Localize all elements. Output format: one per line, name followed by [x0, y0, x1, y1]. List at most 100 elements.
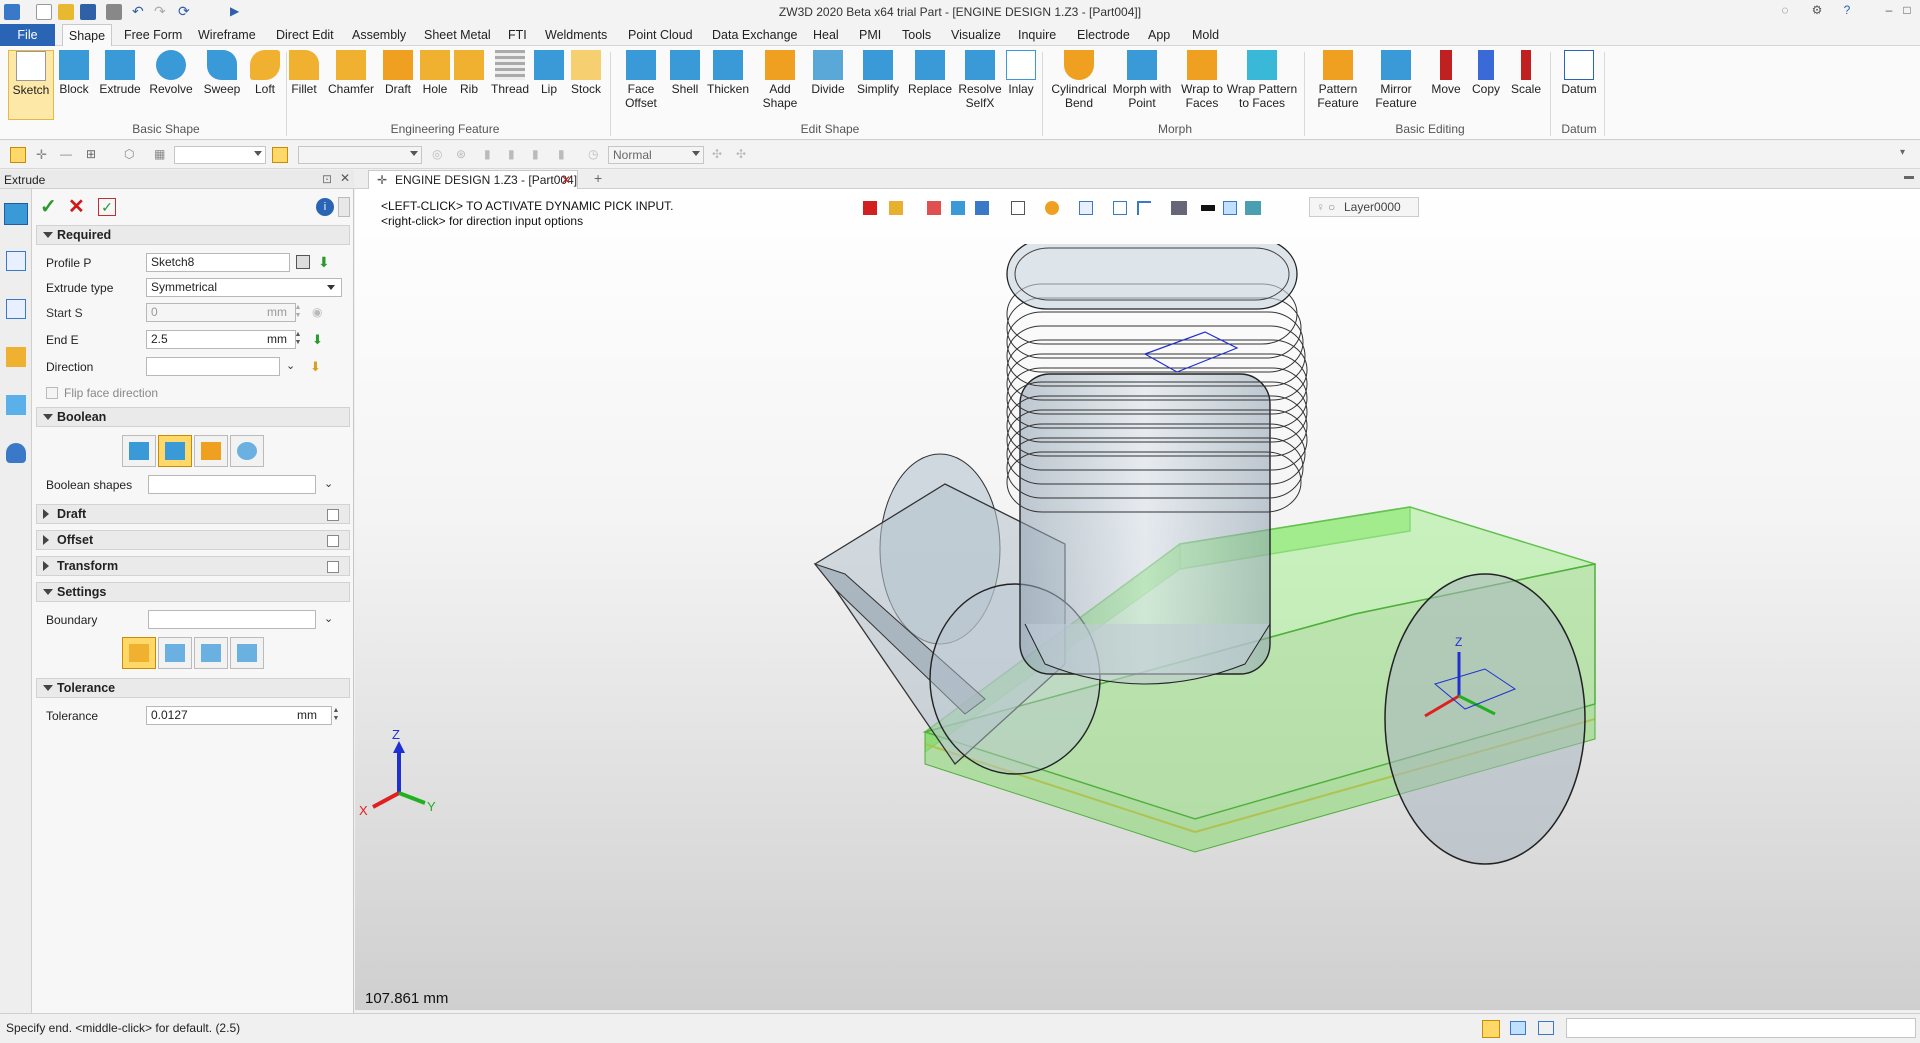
tool-f-icon[interactable]: ✣ [736, 147, 752, 163]
tool-loft[interactable]: Loft [246, 50, 284, 96]
view-tool-6-icon[interactable] [1079, 201, 1093, 215]
user-icon[interactable] [6, 443, 26, 463]
line-style-icon[interactable] [1201, 205, 1215, 211]
direction-expand-icon[interactable]: ⌄ [286, 359, 302, 375]
settings-option-4-button[interactable] [230, 637, 264, 669]
command-input[interactable] [1566, 1018, 1916, 1038]
flip-face-checkbox[interactable] [46, 387, 58, 399]
menu-tab-weldments[interactable]: Weldments [545, 28, 607, 42]
tool-hole[interactable]: Hole [418, 50, 452, 96]
end-spinner-icon[interactable]: ▲ ▼ [294, 331, 302, 348]
tab-overflow-icon[interactable]: ▬ [1904, 171, 1914, 182]
transform-checkbox[interactable] [327, 561, 339, 573]
minus-icon[interactable]: — [60, 147, 76, 163]
settings-option-2-button[interactable] [158, 637, 192, 669]
menu-tab-shape[interactable]: Shape [62, 24, 112, 47]
view-tool-7-icon[interactable] [1113, 201, 1127, 215]
menu-tab-inquire[interactable]: Inquire [1018, 28, 1056, 42]
boolean-expand-icon[interactable]: ⌄ [324, 477, 340, 493]
tool-mirror-feature[interactable]: Mirror Feature [1368, 50, 1424, 110]
select-pointer-icon[interactable] [10, 147, 26, 163]
menu-tab-assembly[interactable]: Assembly [352, 28, 406, 42]
status-display-icon[interactable] [1510, 1021, 1526, 1035]
menu-tab-direct-edit[interactable]: Direct Edit [276, 28, 334, 42]
tool-chamfer[interactable]: Chamfer [326, 50, 376, 96]
menu-tab-fti[interactable]: FTI [508, 28, 527, 42]
settings-option-3-button[interactable] [194, 637, 228, 669]
boolean-add-button[interactable] [158, 435, 192, 467]
tool-rib[interactable]: Rib [454, 50, 484, 96]
tool-a-icon[interactable]: ▮ [484, 147, 500, 163]
menu-tab-mold[interactable]: Mold [1192, 28, 1219, 42]
tool-replace[interactable]: Replace [906, 50, 954, 96]
clock-icon[interactable]: ◷ [588, 147, 604, 163]
end-input[interactable]: 2.5 mm [146, 330, 296, 349]
exit-view-icon[interactable] [863, 201, 877, 215]
section-boolean[interactable]: Boolean [36, 407, 350, 427]
filter-combo[interactable] [174, 146, 266, 164]
assembly-tree-icon[interactable] [6, 299, 26, 319]
section-view-icon[interactable] [1137, 201, 1151, 215]
menu-tab-app[interactable]: App [1148, 28, 1170, 42]
maximize-icon[interactable]: □ [1898, 3, 1916, 19]
menu-tab-heal[interactable]: Heal [813, 28, 839, 42]
tool-c-icon[interactable]: ▮ [532, 147, 548, 163]
start-spinner-icon[interactable]: ▲ ▼ [294, 304, 302, 321]
tool-shell[interactable]: Shell [668, 50, 702, 96]
tool-sweep[interactable]: Sweep [200, 50, 244, 96]
boolean-shapes-input[interactable] [148, 475, 316, 494]
minimize-icon[interactable]: – [1880, 3, 1898, 19]
tool-resolve-selfx[interactable]: Resolve SelfX [958, 50, 1002, 110]
pin-icon[interactable]: ⊡ [322, 172, 332, 186]
feature-panel-icon[interactable] [4, 203, 28, 225]
view-tool-3-icon[interactable] [951, 201, 965, 215]
start-input[interactable]: 0 mm [146, 303, 296, 322]
3d-viewport[interactable]: <LEFT-CLICK> TO ACTIVATE DYNAMIC PICK IN… [355, 189, 1920, 1010]
menu-tab-wireframe[interactable]: Wireframe [198, 28, 256, 42]
help-dot-icon[interactable]: ◌ [1776, 3, 1794, 19]
layer-combo[interactable]: ♀ ○ Layer0000 [1309, 197, 1419, 217]
settings-gear-icon[interactable]: ⚙ [1808, 3, 1826, 19]
pick-filter-icon[interactable]: ✛ [36, 147, 52, 163]
start-pick-icon[interactable]: ◉ [312, 305, 328, 321]
extrude-type-select[interactable]: Symmetrical [146, 278, 342, 297]
section-required[interactable]: Required [36, 225, 350, 245]
view-tool-5-icon[interactable] [1045, 201, 1059, 215]
menu-tab-tools[interactable]: Tools [902, 28, 931, 42]
boolean-base-button[interactable] [122, 435, 156, 467]
section-transform[interactable]: Transform [36, 556, 350, 576]
ok-check-icon[interactable]: ✓ [40, 197, 60, 217]
direction-input[interactable] [146, 357, 280, 376]
tool-wrap-pattern[interactable]: Wrap Pattern to Faces [1226, 50, 1298, 110]
help-icon[interactable]: ? [1838, 3, 1856, 19]
filter-icon[interactable]: ▦ [154, 147, 170, 163]
tool-pattern-feature[interactable]: Pattern Feature [1310, 50, 1366, 110]
tool-scale[interactable]: Scale [1508, 50, 1544, 96]
tool-d-icon[interactable]: ▮ [558, 147, 574, 163]
tolerance-input[interactable]: 0.0127 mm [146, 706, 332, 725]
panel-expand-icon[interactable] [338, 197, 350, 217]
settings-option-1-button[interactable] [122, 637, 156, 669]
tool-thread[interactable]: Thread [488, 50, 532, 96]
tool-copy[interactable]: Copy [1468, 50, 1504, 96]
section-offset[interactable]: Offset [36, 530, 350, 550]
pick-icon[interactable]: ◎ [432, 147, 448, 163]
view-tool-8-icon[interactable] [1223, 201, 1237, 215]
new-tab-icon[interactable]: + [594, 170, 602, 186]
view-tool-4-icon[interactable] [975, 201, 989, 215]
profile-input[interactable]: Sketch8 [146, 253, 290, 272]
smart-pick-icon[interactable] [272, 147, 288, 163]
apply-icon[interactable]: ✓ [98, 198, 116, 216]
tool-block[interactable]: Block [56, 50, 92, 96]
tool-simplify[interactable]: Simplify [854, 50, 902, 96]
offset-checkbox[interactable] [327, 535, 339, 547]
menu-tab-sheet-metal[interactable]: Sheet Metal [424, 28, 491, 42]
tool-face-offset[interactable]: Face Offset [620, 50, 662, 110]
tool-inlay[interactable]: Inlay [1004, 50, 1038, 96]
end-pick-icon[interactable]: ⬇ [312, 332, 328, 348]
view-tool-9-icon[interactable] [1245, 201, 1261, 215]
section-tolerance[interactable]: Tolerance [36, 678, 350, 698]
tool-b-icon[interactable]: ▮ [508, 147, 524, 163]
menu-tab-electrode[interactable]: Electrode [1077, 28, 1130, 42]
grid-icon[interactable]: ⊞ [86, 147, 102, 163]
